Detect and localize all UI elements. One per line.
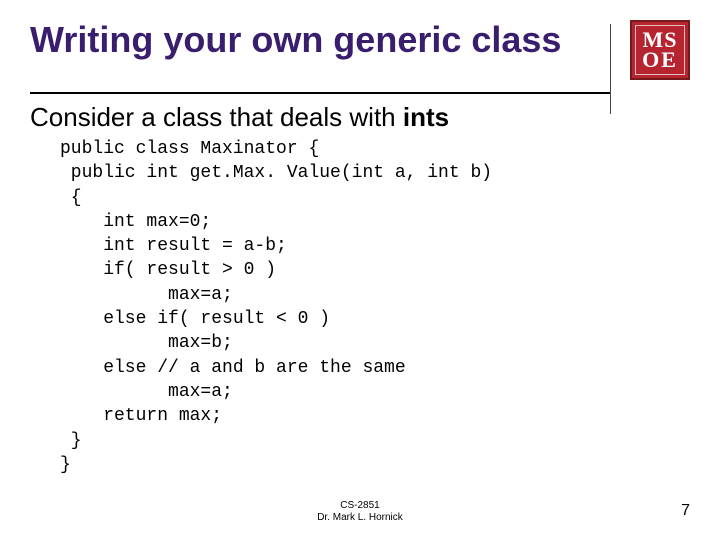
slide-title: Writing your own generic class xyxy=(30,20,622,60)
title-row: Writing your own generic class MS OE xyxy=(30,20,690,80)
page-number: 7 xyxy=(681,502,690,520)
subtitle: Consider a class that deals with ints xyxy=(30,102,690,133)
code-block: public class Maxinator { public int get.… xyxy=(30,137,690,477)
slide: Writing your own generic class MS OE Con… xyxy=(0,0,720,540)
msoe-logo-icon: MS OE xyxy=(630,20,690,80)
footer-course: CS-2851 xyxy=(317,500,403,512)
vertical-divider xyxy=(610,24,611,114)
logo-bottom: OE xyxy=(642,50,678,70)
logo-text: MS OE xyxy=(632,22,688,78)
subtitle-emphasis: ints xyxy=(403,102,449,132)
footer-author: Dr. Mark L. Hornick xyxy=(317,512,403,524)
footer: CS-2851 Dr. Mark L. Hornick xyxy=(0,500,720,524)
title-underline xyxy=(30,92,611,94)
subtitle-prefix: Consider a class that deals with xyxy=(30,102,403,132)
